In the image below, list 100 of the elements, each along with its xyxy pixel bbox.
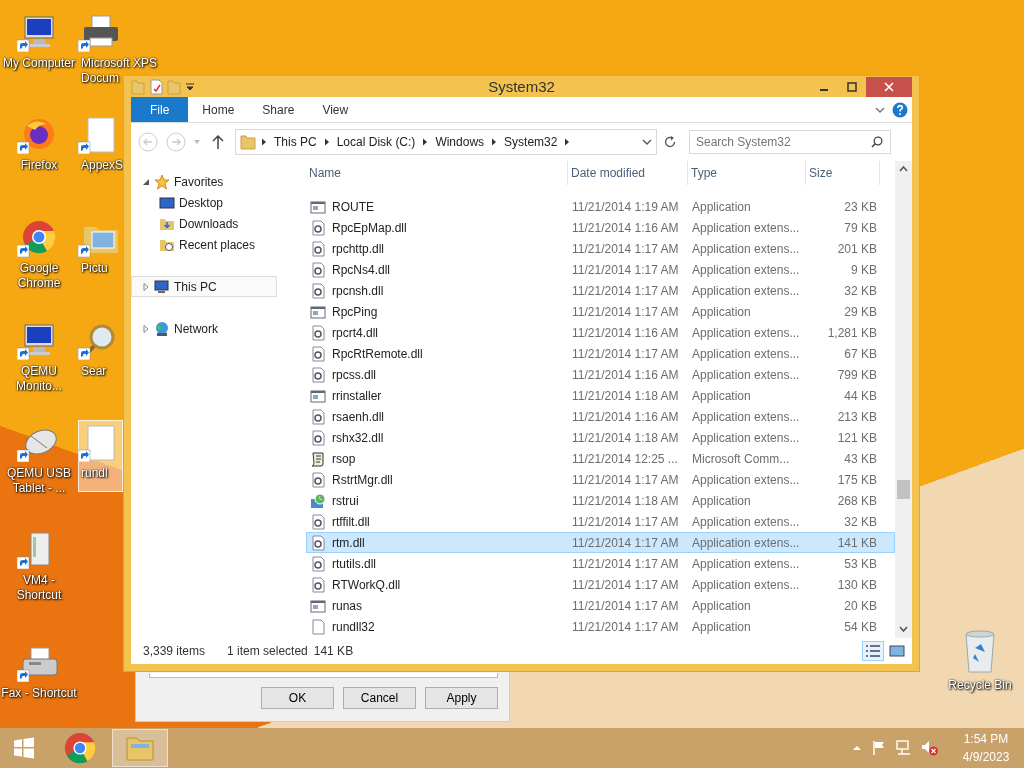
file-row[interactable]: runas 11/21/2014 1:17 AM Application 20 KB [306, 595, 895, 616]
expanded-arrow-icon[interactable] [142, 177, 150, 186]
gear-document-icon [310, 471, 326, 488]
type-cell-text: Application extens... [691, 472, 801, 487]
type-cell-text: Application [691, 304, 752, 319]
refresh-icon[interactable] [663, 135, 677, 149]
dropdown-icon[interactable] [185, 81, 195, 92]
gear-document-icon [310, 219, 326, 236]
nav-item[interactable]: This PC [131, 276, 277, 297]
chevron-down-icon[interactable] [642, 138, 652, 146]
search-icon[interactable] [871, 136, 883, 148]
date-cell-text: 11/21/2014 1:17 AM [571, 619, 680, 634]
chevron-right-icon[interactable] [564, 138, 571, 146]
help-icon[interactable] [892, 101, 908, 118]
vertical-scrollbar[interactable] [895, 161, 912, 638]
file-name: rundll32 [332, 619, 375, 634]
ribbon-tab[interactable]: File [131, 97, 189, 122]
date-cell-text: 11/21/2014 1:17 AM [571, 262, 680, 277]
address-bar[interactable]: This PC Local Disk (C:) Windows System32 [235, 129, 657, 155]
file-row[interactable]: rsop 11/21/2014 12:25 ... Microsoft Comm... 43 KB [306, 448, 895, 469]
flag-icon[interactable] [871, 740, 887, 756]
file-row[interactable]: rpchttp.dll 11/21/2014 1:17 AM Application extens... 201 KB [306, 238, 895, 259]
file-row[interactable]: ROUTE 11/21/2014 1:19 AM Application 23 KB [306, 196, 895, 217]
chevron-right-icon[interactable] [261, 138, 267, 146]
size-cell-text: 79 KB [843, 220, 878, 235]
size-cell-text: 1,281 KB [826, 325, 878, 340]
collapsed-arrow-icon[interactable] [142, 324, 150, 333]
dialog-button[interactable]: Apply [425, 687, 498, 709]
breadcrumb-item[interactable]: Local Disk (C:) [334, 135, 418, 149]
date-cell-text: 11/21/2014 12:25 ... [571, 451, 679, 466]
file-row[interactable]: rtutils.dll 11/21/2014 1:17 AM Application extens... 53 KB [306, 553, 895, 574]
recycle-bin-icon[interactable] [963, 630, 997, 674]
nav-item[interactable]: Downloads [131, 213, 277, 234]
application-window-icon [310, 198, 326, 215]
file-row[interactable]: rstrui 11/21/2014 1:18 AM Application 268 KB [306, 490, 895, 511]
file-row[interactable]: rrinstaller 11/21/2014 1:18 AM Application 44 KB [306, 385, 895, 406]
dialog-button[interactable]: OK [261, 687, 334, 709]
network-icon[interactable] [896, 740, 912, 756]
ribbon-tab[interactable]: Home [188, 97, 249, 122]
type-cell-text: Application extens... [691, 325, 801, 340]
column-header[interactable]: Date modified [571, 166, 646, 180]
nav-item[interactable]: Favorites [131, 171, 277, 192]
file-row[interactable]: RstrtMgr.dll 11/21/2014 1:17 AM Application extens... 175 KB [306, 469, 895, 490]
type-cell-text: Application extens... [691, 409, 801, 424]
show-hidden-icons-icon[interactable] [852, 744, 862, 752]
collapsed-arrow-icon[interactable] [142, 282, 150, 291]
gear-document-icon [310, 282, 326, 299]
file-row[interactable]: RTWorkQ.dll 11/21/2014 1:17 AM Application extens... 130 KB [306, 574, 895, 595]
file-name: ROUTE [332, 199, 374, 214]
file-row[interactable]: rundll32 11/21/2014 1:17 AM Application 54 KB [306, 616, 895, 637]
file-row[interactable]: rsaenh.dll 11/21/2014 1:16 AM Application extens... 213 KB [306, 406, 895, 427]
size-cell-text: 43 KB [843, 451, 878, 466]
file-row[interactable]: rpcss.dll 11/21/2014 1:16 AM Application extens... 799 KB [306, 364, 895, 385]
chevron-right-icon[interactable] [323, 138, 330, 146]
file-row[interactable]: RpcPing 11/21/2014 1:17 AM Application 29 KB [306, 301, 895, 322]
ribbon-tab[interactable]: Share [248, 97, 309, 122]
date-cell-text: 11/21/2014 1:17 AM [571, 514, 680, 529]
file-row[interactable]: rtm.dll 11/21/2014 1:17 AM Application extens... 141 KB [306, 532, 895, 553]
nav-item[interactable]: Desktop [131, 192, 277, 213]
nav-item[interactable]: Recent places [131, 234, 277, 255]
ribbon-tab[interactable]: View [308, 97, 363, 122]
size-cell-text: 799 KB [836, 367, 878, 382]
search-field[interactable]: Search System32 [689, 130, 891, 154]
file-row[interactable]: rtffilt.dll 11/21/2014 1:17 AM Application extens... 32 KB [306, 511, 895, 532]
file-name: RpcRtRemote.dll [332, 346, 423, 361]
dialog-button[interactable]: Cancel [343, 687, 416, 709]
file-row[interactable]: RpcNs4.dll 11/21/2014 1:17 AM Application extens... 9 KB [306, 259, 895, 280]
maximize-icon[interactable] [847, 81, 857, 92]
gear-document-icon [310, 261, 326, 278]
size-cell-text: 130 KB [836, 577, 878, 592]
close-icon[interactable] [884, 81, 894, 92]
chevron-right-icon[interactable] [491, 138, 498, 146]
breadcrumb-item[interactable]: System32 [502, 135, 560, 149]
fax-machine-shortcut-icon[interactable] [17, 644, 61, 682]
file-row[interactable]: rpcrt4.dll 11/21/2014 1:16 AM Application extens... 1,281 KB [306, 322, 895, 343]
size-cell-text: 268 KB [836, 493, 878, 508]
muted-speaker-icon[interactable] [921, 740, 939, 756]
nav-item[interactable]: Network [131, 318, 277, 339]
file-name: rtffilt.dll [332, 514, 370, 529]
breadcrumb-item[interactable]: Windows [433, 135, 487, 149]
file-row[interactable]: rshx32.dll 11/21/2014 1:18 AM Application extens... 121 KB [306, 427, 895, 448]
file-row[interactable]: rpcnsh.dll 11/21/2014 1:17 AM Application extens... 32 KB [306, 280, 895, 301]
file-row[interactable]: RpcEpMap.dll 11/21/2014 1:16 AM Application extens... 79 KB [306, 217, 895, 238]
properties-icon[interactable] [149, 78, 163, 95]
type-cell-text: Application [691, 388, 752, 403]
column-header[interactable]: Name [309, 166, 341, 180]
windows-logo-icon[interactable] [13, 737, 35, 759]
chrome-icon[interactable] [64, 732, 96, 764]
chevron-right-icon[interactable] [422, 138, 429, 146]
gear-document-icon [310, 345, 326, 362]
type-cell-text: Application extens... [691, 430, 801, 445]
column-header[interactable]: Size [809, 166, 833, 180]
chevron-down-icon[interactable] [874, 104, 886, 115]
column-header[interactable]: Type [691, 166, 717, 180]
breadcrumb-item[interactable]: This PC [272, 135, 319, 149]
file-row[interactable]: RpcRtRemote.dll 11/21/2014 1:17 AM Application extens... 67 KB [306, 343, 895, 364]
size-cell-text: 201 KB [836, 241, 878, 256]
close-button[interactable] [866, 76, 912, 97]
date-cell-text: 11/21/2014 1:18 AM [571, 430, 680, 445]
folder-icon [240, 134, 256, 150]
